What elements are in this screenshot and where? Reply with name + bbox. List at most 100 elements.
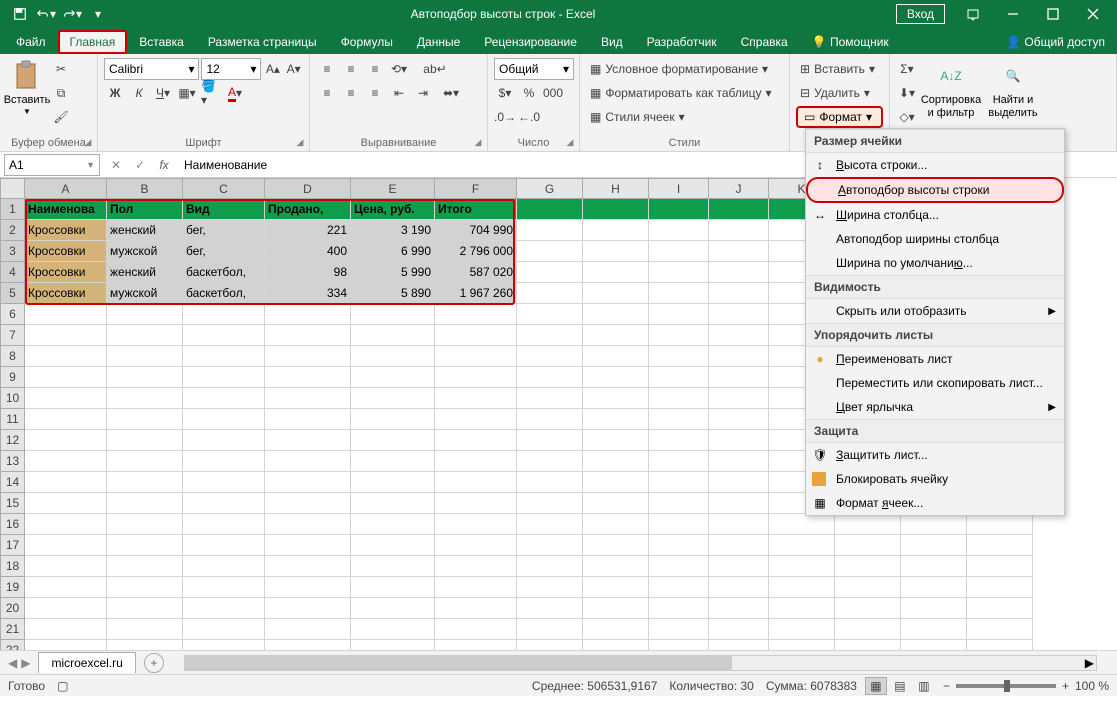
col-header[interactable]: C — [183, 179, 265, 199]
cell[interactable]: Кроссовки — [25, 220, 107, 241]
cell[interactable] — [183, 514, 265, 535]
cell[interactable] — [583, 598, 649, 619]
font-name-combo[interactable]: Calibri▾ — [104, 58, 199, 80]
cell[interactable] — [769, 640, 835, 651]
cell[interactable] — [517, 598, 583, 619]
cell[interactable] — [25, 325, 107, 346]
cell[interactable]: Кроссовки — [25, 283, 107, 304]
cell[interactable] — [649, 388, 709, 409]
cell[interactable] — [517, 325, 583, 346]
row-header[interactable]: 12 — [1, 430, 25, 451]
cell[interactable] — [709, 220, 769, 241]
align-top-icon[interactable]: ≡ — [316, 58, 338, 80]
cell[interactable] — [967, 577, 1033, 598]
cell[interactable] — [709, 430, 769, 451]
cell[interactable] — [901, 598, 967, 619]
cell[interactable] — [25, 304, 107, 325]
cell[interactable] — [583, 640, 649, 651]
col-header[interactable]: B — [107, 179, 183, 199]
menu-default-width[interactable]: Ширина по умолчанию... — [806, 251, 1064, 275]
cell[interactable] — [835, 577, 901, 598]
tab-help[interactable]: Справка — [729, 30, 800, 54]
format-as-table-button[interactable]: ▦Форматировать как таблицу▾ — [586, 82, 783, 104]
minimize-icon[interactable] — [993, 0, 1033, 28]
cell[interactable] — [107, 493, 183, 514]
tab-file[interactable]: Файл — [4, 30, 58, 54]
shrink-font-icon[interactable]: A▾ — [284, 58, 303, 80]
cell[interactable] — [25, 535, 107, 556]
cell[interactable] — [107, 367, 183, 388]
percent-icon[interactable]: % — [518, 82, 540, 104]
cell[interactable] — [183, 598, 265, 619]
row-header[interactable]: 18 — [1, 556, 25, 577]
cell[interactable] — [265, 619, 351, 640]
cell[interactable] — [901, 619, 967, 640]
cell[interactable] — [265, 409, 351, 430]
cell[interactable] — [583, 577, 649, 598]
row-header[interactable]: 2 — [1, 220, 25, 241]
cell[interactable] — [649, 220, 709, 241]
zoom-in-button[interactable]: + — [1062, 679, 1069, 693]
cell[interactable] — [517, 556, 583, 577]
cell[interactable]: 98 — [265, 262, 351, 283]
cell[interactable] — [183, 325, 265, 346]
cell[interactable] — [583, 493, 649, 514]
cell[interactable] — [769, 619, 835, 640]
cell[interactable] — [709, 199, 769, 220]
cell[interactable] — [517, 577, 583, 598]
cell[interactable] — [107, 430, 183, 451]
cell[interactable] — [183, 640, 265, 651]
cell[interactable] — [183, 430, 265, 451]
alignment-launcher[interactable]: ◢ — [471, 135, 485, 149]
cell[interactable] — [649, 514, 709, 535]
col-header[interactable]: A — [25, 179, 107, 199]
cell[interactable] — [517, 346, 583, 367]
cell[interactable] — [517, 472, 583, 493]
cell[interactable] — [265, 493, 351, 514]
cell[interactable] — [351, 535, 435, 556]
cell[interactable] — [709, 367, 769, 388]
cell[interactable]: Цена, руб. — [351, 199, 435, 220]
cell[interactable] — [517, 283, 583, 304]
cell[interactable] — [107, 535, 183, 556]
cell[interactable]: 6 990 — [351, 241, 435, 262]
cell[interactable] — [25, 619, 107, 640]
wrap-text-icon[interactable]: ab↵ — [412, 58, 458, 80]
cell[interactable] — [107, 556, 183, 577]
cell[interactable] — [517, 430, 583, 451]
cell[interactable] — [25, 598, 107, 619]
share-button[interactable]: 👤 Общий доступ — [994, 30, 1117, 54]
delete-cells-button[interactable]: ⊟Удалить▾ — [796, 82, 883, 104]
cell[interactable] — [517, 451, 583, 472]
cell[interactable] — [901, 577, 967, 598]
cell[interactable] — [107, 325, 183, 346]
cell[interactable] — [435, 430, 517, 451]
cell[interactable] — [351, 325, 435, 346]
cell[interactable] — [583, 304, 649, 325]
login-button[interactable]: Вход — [896, 4, 945, 24]
format-painter-icon[interactable]: 🖌 — [50, 106, 72, 128]
tab-review[interactable]: Рецензирование — [472, 30, 589, 54]
cell[interactable] — [583, 262, 649, 283]
cell[interactable] — [25, 556, 107, 577]
row-header[interactable]: 13 — [1, 451, 25, 472]
maximize-icon[interactable] — [1033, 0, 1073, 28]
tab-tell[interactable]: 💡 Помощник — [800, 30, 901, 54]
clear-icon[interactable]: ◇▾ — [896, 106, 918, 128]
col-header[interactable]: J — [709, 179, 769, 199]
cell[interactable] — [967, 556, 1033, 577]
menu-row-height[interactable]: ↕Высота строки... — [806, 153, 1064, 177]
ribbon-options-icon[interactable] — [953, 0, 993, 28]
qat-customize-icon[interactable]: ▾ — [86, 3, 110, 25]
cell[interactable] — [265, 472, 351, 493]
cell[interactable] — [183, 472, 265, 493]
cell[interactable] — [649, 241, 709, 262]
cell[interactable] — [583, 514, 649, 535]
cell[interactable] — [583, 388, 649, 409]
sheet-nav-first-icon[interactable]: ◀ — [8, 656, 17, 670]
cell[interactable] — [517, 619, 583, 640]
menu-tab-color[interactable]: Цвет ярлычка▶ — [806, 395, 1064, 419]
cell[interactable] — [351, 640, 435, 651]
cell[interactable] — [709, 619, 769, 640]
cell[interactable]: 3 190 — [351, 220, 435, 241]
